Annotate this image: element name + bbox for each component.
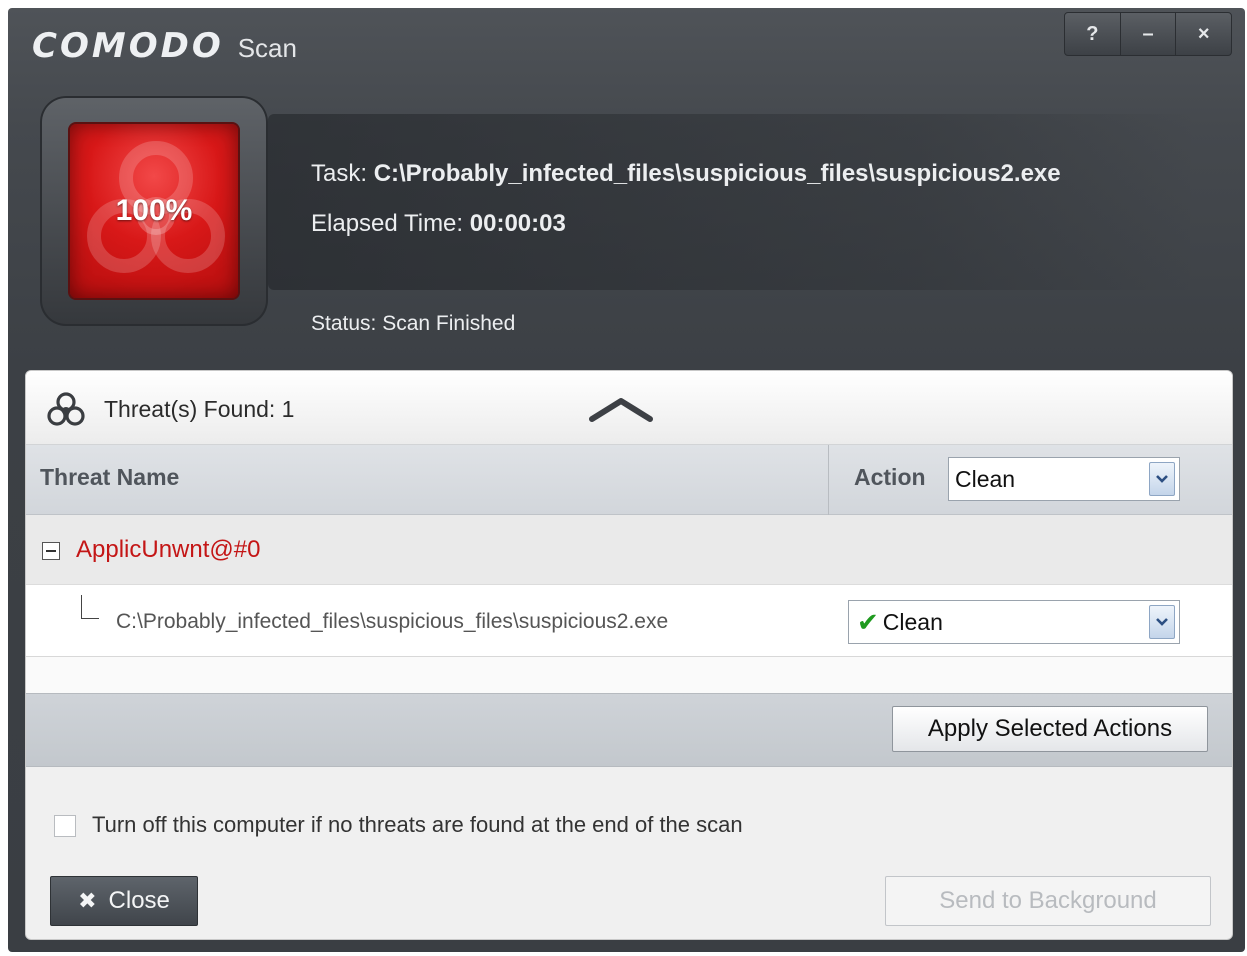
brand-logo: COMODO xyxy=(32,26,224,66)
chevron-down-icon[interactable] xyxy=(1149,605,1175,639)
results-panel: Threat(s) Found: 1 Threat Name Action Cl… xyxy=(25,370,1233,940)
task-value: C:\Probably_infected_files\suspicious_fi… xyxy=(373,160,1061,187)
close-button-label: Close xyxy=(108,887,170,914)
threats-header: Threat(s) Found: 1 xyxy=(26,371,1232,445)
window-controls: ? – × xyxy=(1064,12,1232,56)
send-to-background-button[interactable]: Send to Background xyxy=(885,876,1211,926)
file-action-dropdown[interactable]: ✔ Clean xyxy=(848,600,1180,644)
scan-window: COMODO Scan ? – × 100% Task: C:\Probably… xyxy=(8,8,1245,952)
apply-bar: Apply Selected Actions xyxy=(26,693,1232,767)
status-label: Status: xyxy=(311,312,377,335)
action-dropdown[interactable]: Clean xyxy=(948,457,1180,501)
checkmark-icon: ✔ xyxy=(857,606,879,637)
elapsed-label: Elapsed Time: xyxy=(311,210,464,237)
biohazard-icon xyxy=(47,392,85,426)
task-label: Task: xyxy=(311,160,368,187)
close-icon: ✖ xyxy=(78,888,97,913)
threat-name: ApplicUnwnt@#0 xyxy=(76,536,261,563)
apply-selected-actions-button[interactable]: Apply Selected Actions xyxy=(892,706,1208,752)
column-threat-name: Threat Name xyxy=(40,464,180,490)
elapsed-value: 00:00:03 xyxy=(469,210,566,237)
close-button[interactable]: ✖ Close xyxy=(50,876,198,926)
threat-group-row[interactable]: ApplicUnwnt@#0 xyxy=(26,515,1232,585)
window-title: Scan xyxy=(237,33,297,63)
collapse-chevron-icon[interactable] xyxy=(588,395,654,423)
threat-file-row[interactable]: C:\Probably_infected_files\suspicious_fi… xyxy=(26,585,1232,657)
column-action: Action xyxy=(854,464,926,490)
chevron-down-icon[interactable] xyxy=(1149,462,1175,496)
action-dropdown-value: Clean xyxy=(955,465,1016,492)
elapsed-line: Elapsed Time: 00:00:03 xyxy=(311,210,566,238)
status-line: Status: Scan Finished xyxy=(311,312,515,336)
shutdown-checkbox[interactable] xyxy=(54,815,76,837)
close-window-button[interactable]: × xyxy=(1175,13,1231,55)
collapse-toggle-icon[interactable] xyxy=(42,542,60,560)
status-value: Scan Finished xyxy=(382,312,516,335)
empty-row xyxy=(26,657,1232,693)
progress-percent: 100% xyxy=(115,194,193,227)
progress-tile: 100% xyxy=(40,96,268,326)
progress-indicator: 100% xyxy=(68,122,240,300)
task-line: Task: C:\Probably_infected_files\suspici… xyxy=(311,160,1061,188)
threat-file-path: C:\Probably_infected_files\suspicious_fi… xyxy=(116,610,669,633)
shutdown-checkbox-label: Turn off this computer if no threats are… xyxy=(92,812,743,837)
file-action-value: Clean xyxy=(882,608,943,635)
table-header: Threat Name Action Clean xyxy=(26,445,1232,515)
minimize-button[interactable]: – xyxy=(1119,13,1176,55)
column-divider xyxy=(828,445,829,515)
help-button[interactable]: ? xyxy=(1065,13,1120,55)
brand: COMODO Scan xyxy=(32,26,297,66)
info-band xyxy=(268,114,1198,290)
threats-found-label: Threat(s) Found: 1 xyxy=(104,396,295,422)
tree-connector xyxy=(81,595,99,619)
